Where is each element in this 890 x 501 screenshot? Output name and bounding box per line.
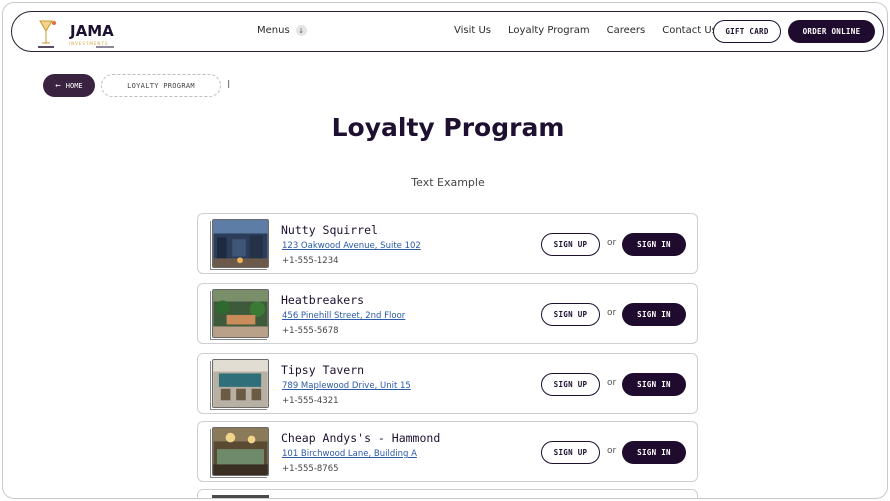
or-text: or [607, 446, 617, 456]
arrow-left-icon: ← [55, 80, 61, 91]
nav-link-contact-us[interactable]: Contact Us [662, 25, 717, 36]
restaurant-phone: +1-555-8765 [282, 464, 339, 474]
nav-menus[interactable]: Menus ↓ [257, 25, 307, 36]
sign-in-button[interactable]: SIGN IN [622, 441, 686, 464]
restaurant-photo [212, 219, 269, 268]
restaurant-card: Cheap Andys's - Hammond 101 Birchwood La… [197, 421, 698, 482]
restaurant-card-partial [197, 489, 698, 498]
logo-subtext: INVESTMENTS [69, 41, 109, 46]
breadcrumb-home-label: HOME [65, 81, 83, 90]
restaurant-photo [212, 427, 269, 476]
sign-up-button[interactable]: SIGN UP [541, 373, 600, 396]
nav-link-visit-us[interactable]: Visit Us [454, 25, 491, 36]
restaurant-phone: +1-555-4321 [282, 396, 339, 406]
page-title: Loyalty Program [331, 113, 565, 142]
sign-up-button[interactable]: SIGN UP [541, 303, 600, 326]
restaurant-address-link[interactable]: 456 Pinehill Street, 2nd Floor [282, 311, 405, 321]
restaurant-card: Nutty Squirrel 123 Oakwood Avenue, Suite… [197, 213, 698, 274]
sign-in-button[interactable]: SIGN IN [622, 303, 686, 326]
or-text: or [607, 238, 617, 248]
restaurant-name: Nutty Squirrel [281, 223, 378, 237]
restaurant-name: Cheap Andys's - Hammond [281, 431, 441, 445]
nav-menus-label: Menus [257, 25, 290, 36]
restaurant-card: Tipsy Tavern 789 Maplewood Drive, Unit 1… [197, 353, 698, 414]
sign-up-button[interactable]: SIGN UP [541, 233, 600, 256]
restaurant-card: Heatbreakers 456 Pinehill Street, 2nd Fl… [197, 283, 698, 344]
chevron-down-icon: ↓ [295, 25, 307, 36]
sign-in-button[interactable]: SIGN IN [622, 233, 686, 256]
restaurant-name: Tipsy Tavern [281, 363, 365, 377]
page-subtitle: Text Example [411, 176, 485, 189]
restaurant-photo [212, 289, 269, 338]
restaurant-address-link[interactable]: 789 Maplewood Drive, Unit 15 [282, 381, 411, 391]
restaurant-phone: +1-555-5678 [282, 326, 339, 336]
sign-up-button[interactable]: SIGN UP [541, 441, 600, 464]
site-header: JAMA INVESTMENTS Menus ↓ Visit Us Loyalt… [11, 11, 884, 52]
nav-link-careers[interactable]: Careers [607, 25, 646, 36]
restaurant-address-link[interactable]: 101 Birchwood Lane, Building A [282, 449, 417, 459]
or-text: or [607, 378, 617, 388]
or-text: or [607, 308, 617, 318]
text-cursor-icon: I [227, 78, 231, 91]
logo-text: JAMA [70, 22, 114, 40]
restaurant-photo [212, 359, 269, 408]
restaurant-name: Heatbreakers [281, 293, 365, 307]
sign-in-button[interactable]: SIGN IN [622, 373, 686, 396]
restaurant-photo [212, 495, 269, 498]
restaurant-address-link[interactable]: 123 Oakwood Avenue, Suite 102 [282, 241, 421, 251]
nav-links: Visit Us Loyalty Program Careers Contact… [454, 25, 717, 36]
page-frame: JAMA INVESTMENTS Menus ↓ Visit Us Loyalt… [2, 2, 888, 499]
breadcrumb-home[interactable]: ← HOME [43, 74, 95, 97]
nav-link-loyalty-program[interactable]: Loyalty Program [508, 25, 590, 36]
order-online-button[interactable]: ORDER ONLINE [788, 20, 875, 43]
gift-card-button[interactable]: GIFT CARD [713, 20, 781, 43]
breadcrumb-current: LOYALTY PROGRAM [101, 74, 221, 97]
restaurant-phone: +1-555-1234 [282, 256, 339, 266]
